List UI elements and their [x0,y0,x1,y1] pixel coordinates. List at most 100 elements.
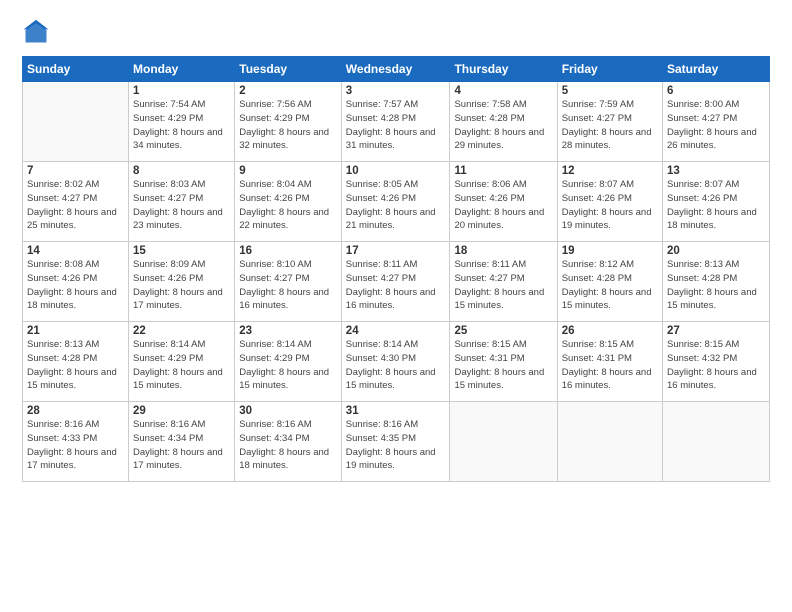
day-info: Sunrise: 8:02 AMSunset: 4:27 PMDaylight:… [27,178,124,233]
calendar-cell: 9Sunrise: 8:04 AMSunset: 4:26 PMDaylight… [235,162,342,242]
day-number: 17 [346,245,446,257]
day-number: 19 [562,245,658,257]
logo [22,18,54,46]
day-number: 28 [27,405,124,417]
day-info: Sunrise: 8:00 AMSunset: 4:27 PMDaylight:… [667,98,765,153]
day-info: Sunrise: 8:15 AMSunset: 4:31 PMDaylight:… [562,338,658,393]
calendar-cell: 22Sunrise: 8:14 AMSunset: 4:29 PMDayligh… [129,322,235,402]
calendar-cell: 28Sunrise: 8:16 AMSunset: 4:33 PMDayligh… [23,402,129,482]
day-number: 10 [346,165,446,177]
day-info: Sunrise: 8:15 AMSunset: 4:31 PMDaylight:… [454,338,552,393]
day-info: Sunrise: 8:07 AMSunset: 4:26 PMDaylight:… [562,178,658,233]
day-number: 29 [133,405,230,417]
day-info: Sunrise: 8:08 AMSunset: 4:26 PMDaylight:… [27,258,124,313]
calendar-cell [663,402,770,482]
day-info: Sunrise: 8:09 AMSunset: 4:26 PMDaylight:… [133,258,230,313]
calendar-table: SundayMondayTuesdayWednesdayThursdayFrid… [22,56,770,482]
day-info: Sunrise: 8:14 AMSunset: 4:29 PMDaylight:… [239,338,337,393]
day-number: 31 [346,405,446,417]
day-number: 11 [454,165,552,177]
calendar-cell: 29Sunrise: 8:16 AMSunset: 4:34 PMDayligh… [129,402,235,482]
day-info: Sunrise: 7:54 AMSunset: 4:29 PMDaylight:… [133,98,230,153]
page: SundayMondayTuesdayWednesdayThursdayFrid… [0,0,792,612]
calendar-cell: 15Sunrise: 8:09 AMSunset: 4:26 PMDayligh… [129,242,235,322]
logo-icon [22,18,50,46]
calendar-cell: 1Sunrise: 7:54 AMSunset: 4:29 PMDaylight… [129,82,235,162]
calendar-week-2: 14Sunrise: 8:08 AMSunset: 4:26 PMDayligh… [23,242,770,322]
calendar-cell: 18Sunrise: 8:11 AMSunset: 4:27 PMDayligh… [450,242,557,322]
calendar-cell [23,82,129,162]
calendar-cell: 31Sunrise: 8:16 AMSunset: 4:35 PMDayligh… [341,402,450,482]
day-number: 14 [27,245,124,257]
day-number: 16 [239,245,337,257]
calendar-cell: 23Sunrise: 8:14 AMSunset: 4:29 PMDayligh… [235,322,342,402]
day-info: Sunrise: 8:11 AMSunset: 4:27 PMDaylight:… [454,258,552,313]
day-number: 1 [133,85,230,97]
weekday-header-friday: Friday [557,57,662,82]
day-number: 8 [133,165,230,177]
calendar-cell: 2Sunrise: 7:56 AMSunset: 4:29 PMDaylight… [235,82,342,162]
day-info: Sunrise: 8:04 AMSunset: 4:26 PMDaylight:… [239,178,337,233]
day-number: 12 [562,165,658,177]
day-number: 24 [346,325,446,337]
day-number: 15 [133,245,230,257]
day-info: Sunrise: 8:10 AMSunset: 4:27 PMDaylight:… [239,258,337,313]
calendar-week-1: 7Sunrise: 8:02 AMSunset: 4:27 PMDaylight… [23,162,770,242]
calendar-cell: 21Sunrise: 8:13 AMSunset: 4:28 PMDayligh… [23,322,129,402]
calendar-week-3: 21Sunrise: 8:13 AMSunset: 4:28 PMDayligh… [23,322,770,402]
day-info: Sunrise: 8:06 AMSunset: 4:26 PMDaylight:… [454,178,552,233]
weekday-header-sunday: Sunday [23,57,129,82]
calendar-cell: 16Sunrise: 8:10 AMSunset: 4:27 PMDayligh… [235,242,342,322]
weekday-header-row: SundayMondayTuesdayWednesdayThursdayFrid… [23,57,770,82]
day-number: 4 [454,85,552,97]
header [22,18,770,46]
day-number: 26 [562,325,658,337]
day-info: Sunrise: 7:59 AMSunset: 4:27 PMDaylight:… [562,98,658,153]
day-number: 6 [667,85,765,97]
day-info: Sunrise: 8:13 AMSunset: 4:28 PMDaylight:… [27,338,124,393]
weekday-header-thursday: Thursday [450,57,557,82]
day-number: 3 [346,85,446,97]
day-info: Sunrise: 7:58 AMSunset: 4:28 PMDaylight:… [454,98,552,153]
day-info: Sunrise: 8:12 AMSunset: 4:28 PMDaylight:… [562,258,658,313]
calendar-cell: 14Sunrise: 8:08 AMSunset: 4:26 PMDayligh… [23,242,129,322]
day-info: Sunrise: 8:14 AMSunset: 4:30 PMDaylight:… [346,338,446,393]
day-info: Sunrise: 8:16 AMSunset: 4:33 PMDaylight:… [27,418,124,473]
day-info: Sunrise: 8:13 AMSunset: 4:28 PMDaylight:… [667,258,765,313]
weekday-header-tuesday: Tuesday [235,57,342,82]
day-info: Sunrise: 8:15 AMSunset: 4:32 PMDaylight:… [667,338,765,393]
day-info: Sunrise: 8:14 AMSunset: 4:29 PMDaylight:… [133,338,230,393]
calendar-cell: 3Sunrise: 7:57 AMSunset: 4:28 PMDaylight… [341,82,450,162]
calendar-cell: 4Sunrise: 7:58 AMSunset: 4:28 PMDaylight… [450,82,557,162]
calendar-cell: 20Sunrise: 8:13 AMSunset: 4:28 PMDayligh… [663,242,770,322]
calendar-week-0: 1Sunrise: 7:54 AMSunset: 4:29 PMDaylight… [23,82,770,162]
day-number: 7 [27,165,124,177]
day-number: 18 [454,245,552,257]
calendar-cell: 25Sunrise: 8:15 AMSunset: 4:31 PMDayligh… [450,322,557,402]
day-info: Sunrise: 7:57 AMSunset: 4:28 PMDaylight:… [346,98,446,153]
day-info: Sunrise: 7:56 AMSunset: 4:29 PMDaylight:… [239,98,337,153]
day-number: 21 [27,325,124,337]
day-info: Sunrise: 8:16 AMSunset: 4:35 PMDaylight:… [346,418,446,473]
calendar-cell: 19Sunrise: 8:12 AMSunset: 4:28 PMDayligh… [557,242,662,322]
day-number: 20 [667,245,765,257]
calendar-cell: 8Sunrise: 8:03 AMSunset: 4:27 PMDaylight… [129,162,235,242]
calendar-cell [557,402,662,482]
day-info: Sunrise: 8:03 AMSunset: 4:27 PMDaylight:… [133,178,230,233]
calendar-cell: 10Sunrise: 8:05 AMSunset: 4:26 PMDayligh… [341,162,450,242]
calendar-cell: 27Sunrise: 8:15 AMSunset: 4:32 PMDayligh… [663,322,770,402]
calendar-cell: 11Sunrise: 8:06 AMSunset: 4:26 PMDayligh… [450,162,557,242]
day-number: 9 [239,165,337,177]
weekday-header-saturday: Saturday [663,57,770,82]
day-number: 23 [239,325,337,337]
calendar-cell: 30Sunrise: 8:16 AMSunset: 4:34 PMDayligh… [235,402,342,482]
calendar-cell: 24Sunrise: 8:14 AMSunset: 4:30 PMDayligh… [341,322,450,402]
weekday-header-wednesday: Wednesday [341,57,450,82]
day-info: Sunrise: 8:16 AMSunset: 4:34 PMDaylight:… [133,418,230,473]
day-number: 22 [133,325,230,337]
calendar-cell: 5Sunrise: 7:59 AMSunset: 4:27 PMDaylight… [557,82,662,162]
day-info: Sunrise: 8:07 AMSunset: 4:26 PMDaylight:… [667,178,765,233]
calendar-cell [450,402,557,482]
day-number: 30 [239,405,337,417]
calendar-cell: 6Sunrise: 8:00 AMSunset: 4:27 PMDaylight… [663,82,770,162]
